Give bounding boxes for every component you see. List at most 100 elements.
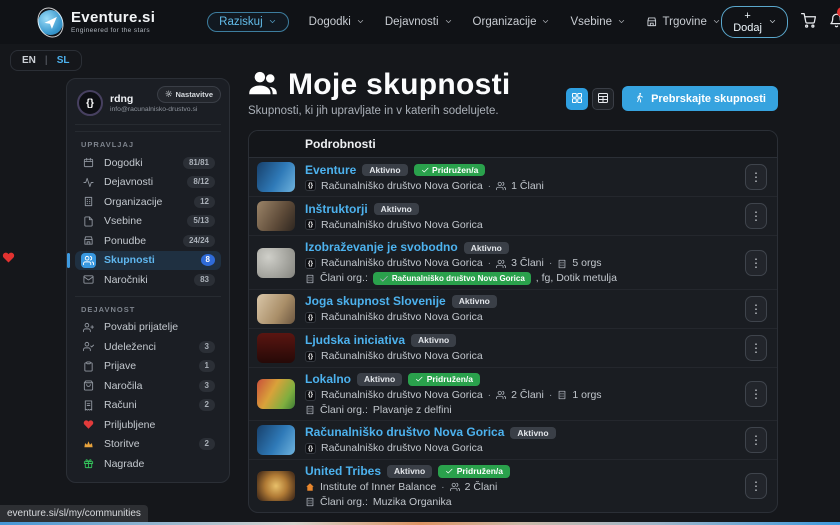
joined-badge: Pridružen/a [438, 465, 510, 478]
row-menu-button[interactable]: ⋮ [745, 296, 767, 322]
heart-icon [83, 419, 94, 430]
cart-button[interactable] [801, 13, 816, 30]
community-name-link[interactable]: Lokalno [305, 372, 351, 387]
cart-icon [801, 13, 816, 28]
row-menu-button[interactable]: ⋮ [745, 381, 767, 407]
member-orgs-extra: , fg, Dotik metulja [536, 272, 617, 285]
community-thumbnail[interactable] [257, 248, 295, 278]
nav-organizacije[interactable]: Organizacije [473, 16, 551, 28]
sidebar-item-label: Vsebine [104, 215, 179, 227]
sidebar-item-ponudbe[interactable]: Ponudbe24/24 [75, 231, 221, 251]
sidebar-item-label: Dejavnosti [104, 176, 179, 188]
row-menu-button[interactable]: ⋮ [745, 250, 767, 276]
community-thumbnail[interactable] [257, 162, 295, 192]
activity-icon [83, 177, 94, 188]
chevron-down-icon [768, 17, 777, 26]
nav-dogodki[interactable]: Dogodki [309, 16, 365, 28]
community-name-link[interactable]: Eventure [305, 163, 356, 178]
building-icon [305, 405, 315, 415]
sidebar-item-povabi-prijatelje[interactable]: Povabi prijatelje [75, 318, 221, 338]
eventure-logo-icon [38, 10, 63, 35]
separator: · [488, 180, 492, 193]
sidebar-item-narocila[interactable]: Naročila3 [75, 376, 221, 396]
sidebar-divider [75, 131, 221, 132]
table-header: Podrobnosti [249, 131, 777, 158]
row-menu-button[interactable]: ⋮ [745, 473, 767, 499]
community-name-link[interactable]: United Tribes [305, 464, 381, 479]
paper-plane-icon [42, 14, 59, 31]
chevron-down-icon [712, 17, 721, 26]
view-toggle-grid[interactable] [566, 88, 588, 110]
community-name-link[interactable]: Joga skupnost Slovenije [305, 294, 446, 309]
notifications-button[interactable]: 12 [829, 13, 840, 30]
sidebar-item-udelezenci[interactable]: Udeleženci3 [75, 337, 221, 357]
org-logo-icon: {} [305, 390, 316, 401]
check-icon [415, 375, 424, 384]
row-menu-button[interactable]: ⋮ [745, 335, 767, 361]
community-thumbnail[interactable] [257, 294, 295, 324]
users-icon [496, 390, 506, 400]
settings-button[interactable]: Nastavitve [157, 86, 221, 103]
status-badge: Aktivno [374, 203, 419, 216]
sidebar-item-dejavnosti[interactable]: Dejavnosti 8/12 [75, 173, 221, 193]
row-orgs-count: 1 orgs [572, 389, 601, 402]
nav-vsebine[interactable]: Vsebine [570, 16, 626, 28]
separator: · [549, 389, 553, 402]
separator: · [549, 257, 553, 270]
community-thumbnail[interactable] [257, 471, 295, 501]
lang-en-button[interactable]: EN [22, 55, 36, 66]
language-switcher: EN | SL [10, 50, 82, 71]
community-name-link[interactable]: Izobraževanje je svobodno [305, 240, 458, 255]
check-icon [421, 166, 430, 175]
settings-label: Nastavitve [175, 90, 213, 99]
nav-raziskuj[interactable]: Raziskuj [207, 12, 288, 32]
community-name-link[interactable]: Inštruktorji [305, 202, 368, 217]
brand-logo[interactable]: Eventure.si Engineered for the stars [38, 10, 155, 35]
view-toggle-table[interactable] [592, 88, 614, 110]
sidebar-item-organizacije[interactable]: Organizacije12 [75, 192, 221, 212]
users-icon [496, 259, 506, 269]
row-menu-button[interactable]: ⋮ [745, 203, 767, 229]
row-menu-button[interactable]: ⋮ [745, 164, 767, 190]
community-thumbnail[interactable] [257, 201, 295, 231]
browse-communities-button[interactable]: Prebrskajte skupnosti [622, 86, 778, 111]
community-row-ljudska-iniciativa: Ljudska iniciativaAktivno{}Računalniško … [249, 329, 777, 368]
building-icon [557, 390, 567, 400]
users-icon [83, 255, 94, 266]
sidebar-item-dogodki[interactable]: Dogodki81/81 [75, 153, 221, 173]
chevron-down-icon [541, 17, 550, 26]
community-thumbnail[interactable] [257, 379, 295, 409]
nav-trgovine[interactable]: Trgovine [646, 16, 721, 28]
sidebar-item-skupnosti[interactable]: Skupnosti8 [75, 251, 221, 271]
row-organization: Računalniško društvo Nova Gorica [321, 350, 483, 363]
community-name-link[interactable]: Ljudska iniciativa [305, 333, 405, 348]
nav-dejavnosti[interactable]: Dejavnosti [385, 16, 453, 28]
org-logo-icon: {} [305, 351, 316, 362]
sidebar-item-count: 8 [201, 254, 215, 266]
favorites-float-button[interactable] [2, 250, 15, 265]
sidebar-item-racuni[interactable]: Računi2 [75, 396, 221, 416]
sidebar-item-label: Ponudbe [104, 235, 175, 247]
sidebar-item-storitve[interactable]: Storitve2 [75, 435, 221, 455]
page-title: Moje skupnosti [288, 68, 511, 102]
store-icon [646, 16, 658, 28]
sidebar-item-priljubljene[interactable]: Priljubljene [75, 415, 221, 435]
view-controls: Prebrskajte skupnosti [566, 86, 778, 111]
add-button[interactable]: + Dodaj [721, 6, 788, 38]
community-thumbnail[interactable] [257, 425, 295, 455]
row-organization: Računalniško društvo Nova Gorica [321, 257, 483, 270]
sidebar-item-prijave[interactable]: Prijave1 [75, 357, 221, 377]
community-thumbnail[interactable] [257, 333, 295, 363]
sidebar-item-nagrade[interactable]: Nagrade [75, 454, 221, 474]
sidebar-item-vsebine[interactable]: Vsebine5/13 [75, 212, 221, 232]
walk-icon [634, 92, 645, 103]
community-name-link[interactable]: Računalniško društvo Nova Gorica [305, 425, 504, 440]
row-menu-button[interactable]: ⋮ [745, 427, 767, 453]
status-badge: Aktivno [510, 427, 555, 440]
sidebar-item-label: Dogodki [104, 157, 175, 169]
check-icon [445, 467, 454, 476]
sidebar-item-count: 8/12 [187, 176, 215, 188]
lang-sl-button[interactable]: SL [57, 55, 70, 66]
user-summary: {} rdng info@racunalnisko-drustvo.si Nas… [75, 88, 221, 125]
sidebar-item-narocniki[interactable]: Naročniki83 [75, 270, 221, 290]
